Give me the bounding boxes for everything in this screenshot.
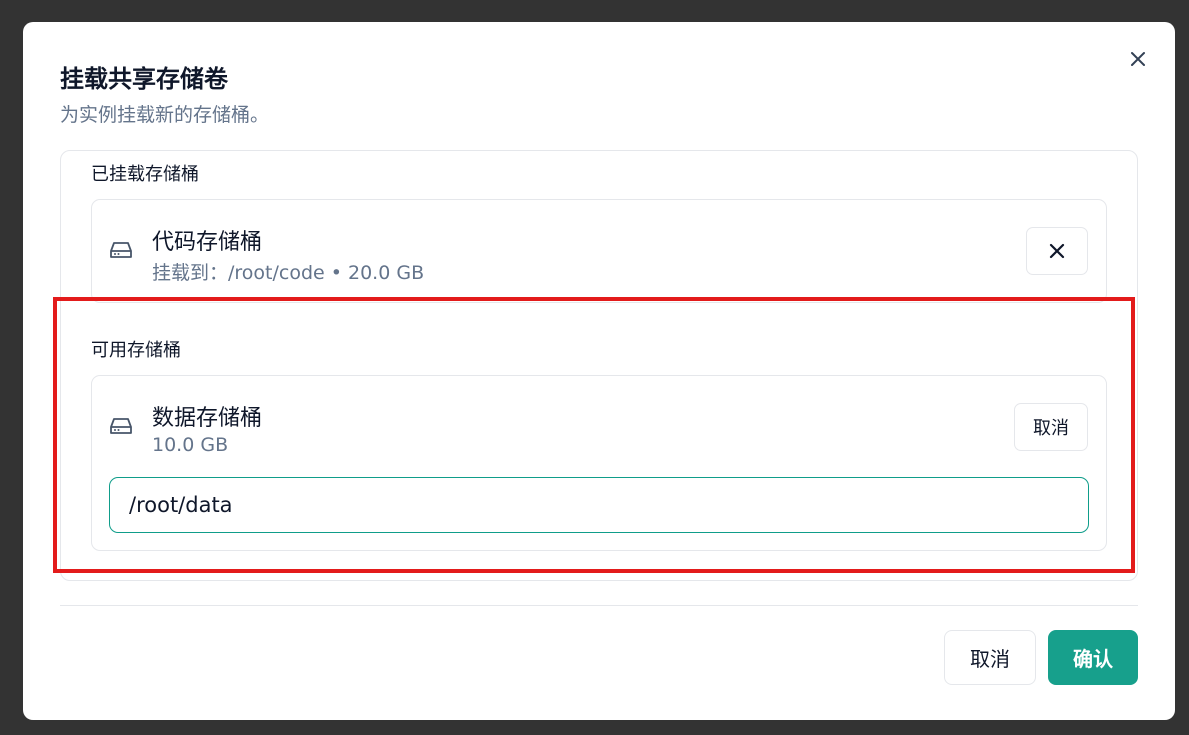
- dialog-subtitle: 为实例挂载新的存储桶。: [60, 104, 270, 126]
- mount-path-input[interactable]: [109, 477, 1089, 533]
- dialog-title: 挂载共享存储卷: [60, 65, 228, 93]
- hard-drive-icon: [110, 242, 132, 258]
- confirm-button[interactable]: 确认: [1048, 630, 1138, 685]
- available-section-heading: 可用存储桶: [91, 340, 181, 361]
- footer-divider: [60, 605, 1138, 606]
- mounted-bucket-name: 代码存储桶: [152, 230, 263, 255]
- close-icon: [1131, 52, 1145, 66]
- mounted-bucket-detail: 挂载到：/root/code • 20.0 GB: [152, 262, 425, 284]
- available-bucket-card: 数据存储桶 10.0 GB 取消: [91, 375, 1107, 551]
- cancel-button[interactable]: 取消: [944, 630, 1036, 685]
- mount-volume-dialog: 挂载共享存储卷 为实例挂载新的存储桶。 已挂载存储桶 代码存储桶 挂载到：/ro…: [23, 22, 1175, 720]
- mounted-section-heading: 已挂载存储桶: [91, 164, 199, 185]
- cancel-mount-button[interactable]: 取消: [1014, 403, 1088, 451]
- bucket-panel: 已挂载存储桶 代码存储桶 挂载到：/root/code • 20.0 GB 可用…: [60, 150, 1138, 581]
- available-bucket-size: 10.0 GB: [152, 434, 229, 456]
- hard-drive-icon: [110, 418, 132, 434]
- unmount-button[interactable]: [1026, 227, 1088, 275]
- close-dialog-button[interactable]: [1127, 48, 1149, 70]
- available-bucket-name: 数据存储桶: [152, 406, 263, 431]
- mounted-bucket-card: 代码存储桶 挂载到：/root/code • 20.0 GB: [91, 199, 1107, 303]
- close-icon: [1049, 243, 1065, 259]
